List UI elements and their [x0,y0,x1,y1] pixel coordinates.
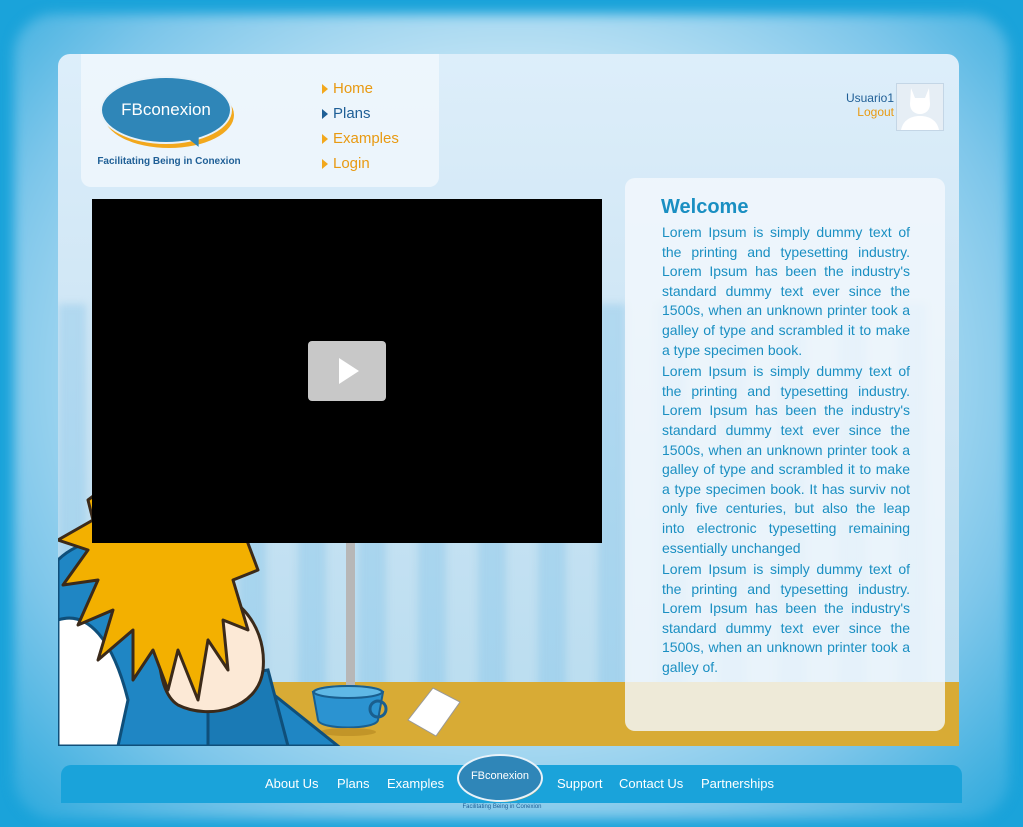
footer-link-partnerships[interactable]: Partnerships [701,776,774,791]
welcome-title: Welcome [661,196,749,218]
nav-item-label: Login [333,155,370,172]
footer-logo-tagline: Facilitating Being in Conexion [462,804,542,810]
main-nav: Home Plans Examples Login [322,76,399,176]
nav-item-plans[interactable]: Plans [322,101,399,126]
arrow-right-icon [322,158,328,169]
nav-item-examples[interactable]: Examples [322,126,399,151]
avatar[interactable] [896,83,944,131]
nav-item-label: Plans [333,105,371,122]
arrow-right-icon [322,108,328,119]
welcome-paragraph: Lorem Ipsum is simply dummy text of the … [662,363,910,556]
nav-item-login[interactable]: Login [322,151,399,176]
nav-item-label: Home [333,80,374,97]
logo-tagline: Facilitating Being in Conexion [97,156,241,167]
footer-logo[interactable]: FBconexion Facilitating Being in Conexio… [452,754,552,814]
footer-link-examples[interactable]: Examples [387,776,444,791]
site-logo[interactable]: FBconexion Facilitating Being in Conexio… [94,74,244,169]
welcome-body: Lorem Ipsum is simply dummy text of the … [662,223,910,680]
user-name[interactable]: Usuario1 [838,91,894,105]
user-silhouette-icon [897,84,943,130]
footer-link-support[interactable]: Support [557,776,603,791]
footer-link-contact-us[interactable]: Contact Us [619,776,683,791]
play-button[interactable] [308,341,386,401]
logout-link[interactable]: Logout [838,105,894,119]
nav-item-label: Examples [333,130,399,147]
footer-link-about-us[interactable]: About Us [265,776,318,791]
arrow-right-icon [322,133,328,144]
logo-text: FBconexion [121,100,211,119]
welcome-paragraph: Lorem Ipsum is simply dummy text of the … [662,561,910,676]
play-icon [339,358,359,384]
welcome-paragraph: Lorem Ipsum is simply dummy text of the … [662,224,910,358]
arrow-right-icon [322,83,328,94]
footer-link-plans[interactable]: Plans [337,776,370,791]
nav-item-home[interactable]: Home [322,76,399,101]
video-player[interactable] [92,199,602,543]
footer-logo-text: FBconexion [470,770,530,782]
screen-stand [346,540,355,688]
